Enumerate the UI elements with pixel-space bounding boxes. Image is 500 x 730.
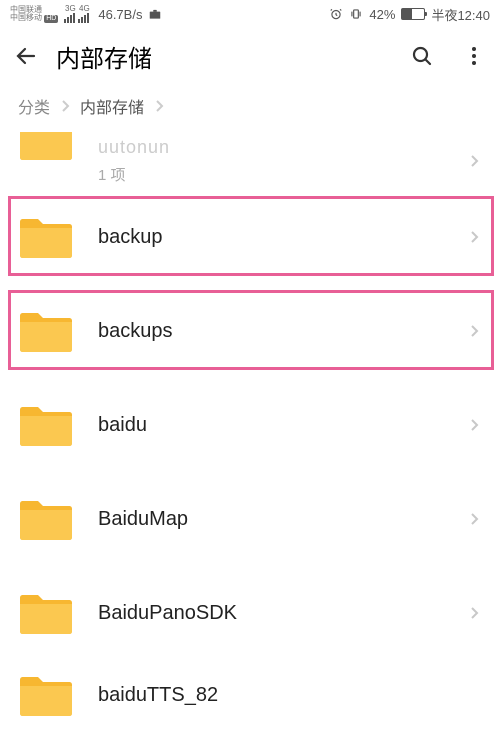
alarm-icon <box>329 7 343 21</box>
chevron-right-icon <box>468 512 482 526</box>
list-item-name: BaiduPanoSDK <box>98 602 468 625</box>
carrier-2: 中国移动 HD <box>10 14 58 23</box>
battery-icon <box>401 8 425 20</box>
breadcrumb-current[interactable]: 内部存储 <box>80 94 144 118</box>
signal-1 <box>64 13 75 23</box>
list-item-name: uutonun <box>98 137 468 158</box>
chevron-right-icon <box>468 418 482 432</box>
signal-2 <box>78 13 89 23</box>
app-header: 内部存储 <box>0 28 500 84</box>
list-item-meta: uutonun 1 项 <box>98 137 468 185</box>
status-bar: 中国联通 中国移动 HD 3G 4G 46.7B/s 42% 半夜12:40 <box>0 0 500 28</box>
vibrate-icon <box>349 7 363 21</box>
list-item-meta: baidu <box>98 414 468 437</box>
list-item[interactable]: uutonun 1 项 <box>0 132 500 190</box>
list-item-meta: baiduTTS_82 <box>98 684 482 707</box>
list-item-meta: backup <box>98 226 468 249</box>
folder-icon <box>18 496 74 542</box>
briefcase-icon <box>148 7 162 21</box>
clock-time: 半夜12:40 <box>431 5 490 24</box>
hd-badge: HD <box>44 15 58 23</box>
chevron-right-icon <box>60 99 70 113</box>
list-item-name: backups <box>98 320 468 343</box>
signal-group: 3G 4G <box>64 5 92 23</box>
chevron-right-icon <box>154 99 164 113</box>
status-left: 中国联通 中国移动 HD 3G 4G 46.7B/s <box>10 5 162 23</box>
folder-icon <box>18 214 74 260</box>
list-item-name: BaiduMap <box>98 508 468 531</box>
battery-pct: 42% <box>369 7 395 22</box>
net-label-2: 4G <box>79 5 90 13</box>
list-item-name: baidu <box>98 414 468 437</box>
list-item-name: baiduTTS_82 <box>98 684 482 707</box>
list-item[interactable]: BaiduPanoSDK <box>0 566 500 660</box>
list-item[interactable]: backup <box>0 190 500 284</box>
page-title: 内部存储 <box>56 39 392 74</box>
more-icon[interactable] <box>462 44 486 68</box>
list-item-meta: backups <box>98 320 468 343</box>
list-item[interactable]: backups <box>0 284 500 378</box>
folder-icon <box>18 672 74 718</box>
carriers: 中国联通 中国移动 HD <box>10 6 58 23</box>
folder-icon <box>18 402 74 448</box>
net-speed: 46.7B/s <box>98 7 142 22</box>
back-icon[interactable] <box>14 44 38 68</box>
breadcrumb-root[interactable]: 分类 <box>18 94 50 118</box>
list-item-meta: BaiduMap <box>98 508 468 531</box>
breadcrumb: 分类 内部存储 <box>0 84 500 132</box>
folder-icon <box>18 590 74 636</box>
folder-icon <box>18 308 74 354</box>
chevron-right-icon <box>468 230 482 244</box>
folder-icon <box>18 132 74 162</box>
chevron-right-icon <box>468 606 482 620</box>
folder-list: uutonun 1 项 backup backups baidu BaiduMa… <box>0 132 500 730</box>
list-item[interactable]: baidu <box>0 378 500 472</box>
list-item-sub: 1 项 <box>98 164 468 185</box>
list-item-name: backup <box>98 226 468 249</box>
net-label-1: 3G <box>65 5 76 13</box>
chevron-right-icon <box>468 324 482 338</box>
search-icon[interactable] <box>410 44 434 68</box>
list-item[interactable]: baiduTTS_82 <box>0 660 500 730</box>
list-item-meta: BaiduPanoSDK <box>98 602 468 625</box>
status-right: 42% 半夜12:40 <box>329 5 490 24</box>
chevron-right-icon <box>468 154 482 168</box>
list-item[interactable]: BaiduMap <box>0 472 500 566</box>
